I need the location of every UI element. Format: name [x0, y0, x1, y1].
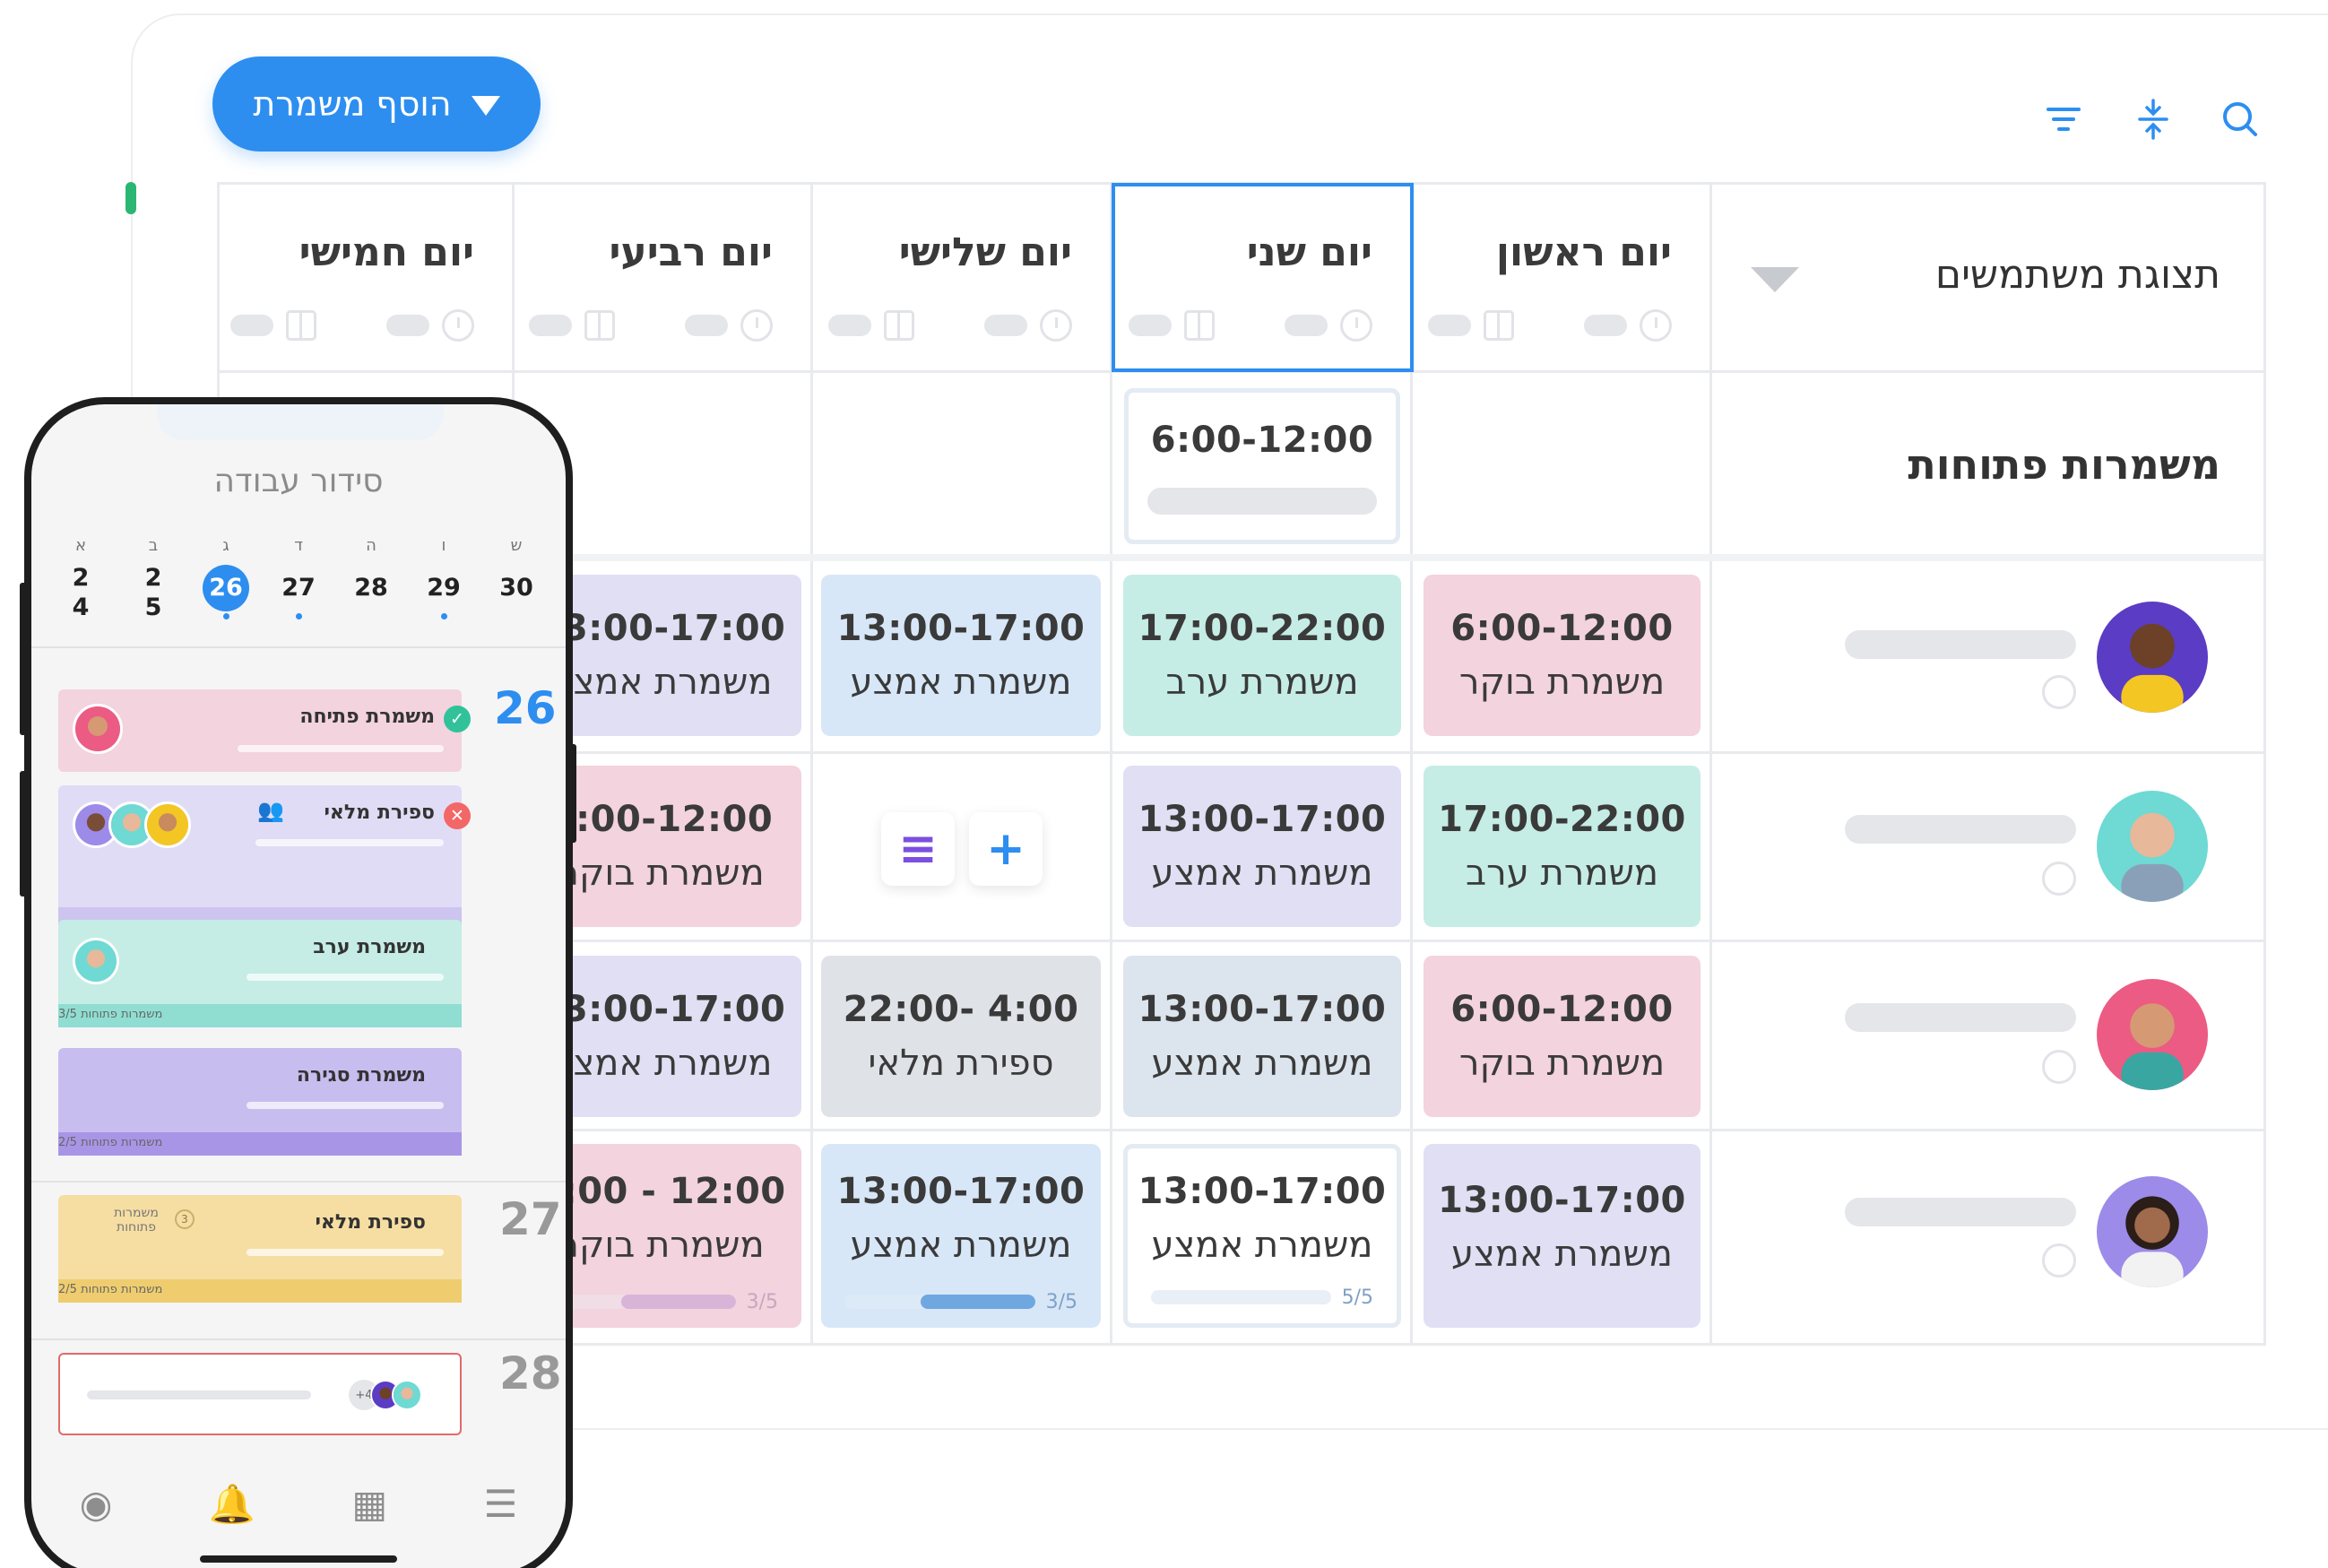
clock-icon [2042, 1243, 2076, 1278]
shift-card[interactable]: 13:00-17:00 משמרת אמצע [821, 575, 1101, 736]
bell-icon[interactable]: 🔔 [209, 1482, 255, 1527]
group-icon: 👥 [257, 798, 284, 823]
clock-icon [1640, 309, 1672, 342]
shift-card[interactable]: משמרת ערב 3/5 משמרות פתוחות [58, 920, 462, 1027]
search-icon[interactable] [2218, 97, 2263, 142]
day-header-tuesday[interactable]: יום שלישי [810, 185, 1110, 370]
clock-icon [740, 309, 773, 342]
collapse-icon[interactable] [2131, 97, 2176, 142]
open-shifts-label: משמרות פתוחות [1908, 440, 2220, 489]
open-shifts-badge: משמרות פתוחות [114, 1206, 159, 1234]
date-label: 27 [499, 1193, 562, 1245]
avatar [73, 938, 119, 984]
clock-icon [2042, 675, 2076, 709]
open-shifts-count: 3 [175, 1209, 195, 1229]
placeholder-bar [1147, 488, 1377, 515]
day-header-sunday[interactable]: יום ראשון [1410, 185, 1709, 370]
avatar[interactable] [2097, 791, 2208, 902]
layout-icon [286, 310, 316, 341]
shift-card[interactable]: 22:00- 4:00 ספירת מלאי [821, 956, 1101, 1117]
shift-card[interactable]: 6:00-12:00 משמרת בוקר [1424, 956, 1701, 1117]
shift-card[interactable]: 13:00-17:00 משמרת אמצע [1123, 956, 1401, 1117]
open-shift-card[interactable]: 6:00-12:00 [1124, 388, 1400, 544]
avatar[interactable] [2097, 1176, 2208, 1287]
user-name-placeholder [1845, 815, 2076, 844]
week-day-selected[interactable]: ג 26 [193, 536, 259, 621]
phone-notch [157, 404, 444, 440]
add-shift-cell-button[interactable]: + [969, 812, 1043, 886]
shift-card[interactable]: 17:00-22:00 משמרת ערב [1123, 575, 1401, 736]
week-day[interactable]: ש 30 [483, 536, 550, 621]
filter-icon[interactable] [2041, 97, 2086, 142]
phone-mockup: סידור עבודה ש 30 ו 29 ה 28 ד 27 ג 26 ב25 א24 … [24, 397, 573, 1568]
phone-side-button [20, 583, 27, 735]
dropdown-triangle-icon [471, 96, 500, 116]
accent-dot [125, 182, 136, 214]
shift-card[interactable]: ספירת מלאי 👥 [58, 785, 462, 931]
day-header-thursday[interactable]: יום חמישי [220, 185, 512, 370]
date-label: 26 [494, 682, 557, 734]
profile-icon[interactable]: ◉ [80, 1482, 113, 1526]
clock-icon [1040, 309, 1072, 342]
shift-list-button[interactable]: ≡ [881, 812, 955, 886]
week-strip: ש 30 ו 29 ה 28 ד 27 ג 26 ב25 א24 [48, 536, 550, 621]
shift-card[interactable]: משמרת פתיחה [58, 689, 462, 772]
week-day[interactable]: ו 29 [411, 536, 477, 621]
clock-icon [442, 309, 474, 342]
staffing-progress: 5/5 [1151, 1286, 1373, 1309]
shift-card[interactable]: 13:00-17:00 משמרת אמצע 5/5 [1123, 1144, 1401, 1328]
shift-card[interactable]: 13:00-17:00 משמרת אמצע 3/5 [821, 1144, 1101, 1328]
avatar [392, 1380, 422, 1410]
avatar[interactable] [2097, 979, 2208, 1090]
selected-day-highlight [1112, 183, 1414, 372]
clock-icon [2042, 1050, 2076, 1084]
add-shift-button[interactable]: הוסף משמרת [212, 56, 541, 152]
avatar[interactable] [2097, 602, 2208, 713]
shift-card[interactable]: ספירת מלאי משמרות פתוחות 3 2/5 משמרות פת… [58, 1195, 462, 1303]
user-name-placeholder [1845, 1198, 2076, 1226]
bottom-nav: ◉ 🔔 ▦ ☰ [31, 1466, 566, 1568]
staffing-progress: 3/5 [844, 1291, 1077, 1313]
add-shift-label: הוסף משמרת [253, 84, 452, 124]
avatar [144, 801, 191, 848]
menu-icon[interactable]: ☰ [484, 1482, 518, 1526]
week-day[interactable]: ד 27 [265, 536, 332, 621]
approved-check-icon: ✓ [444, 706, 471, 732]
unassigned-shift-card[interactable]: +4 [58, 1353, 462, 1435]
shift-card[interactable]: משמרת סגירה 2/5 משמרות פתוחות [58, 1048, 462, 1156]
date-label: 28 [499, 1347, 562, 1399]
layout-icon [1484, 310, 1514, 341]
rejected-x-icon: ✕ [444, 802, 471, 829]
layout-icon [584, 310, 615, 341]
user-name-placeholder [1845, 1003, 2076, 1032]
staffing-progress: 3/5 [545, 1291, 778, 1313]
layout-icon [884, 310, 914, 341]
phone-side-button [569, 744, 576, 843]
clock-icon [2042, 862, 2076, 896]
week-day[interactable]: א24 [48, 536, 114, 621]
shift-card[interactable]: 6:00-12:00 משמרת בוקר [1424, 575, 1701, 736]
users-view-label: תצוגת משתמשים [1934, 252, 2220, 298]
shift-card[interactable]: 17:00-22:00 משמרת ערב [1424, 766, 1701, 927]
user-name-placeholder [1845, 630, 2076, 659]
avatar [73, 704, 123, 754]
week-day[interactable]: ב25 [120, 536, 186, 621]
week-day[interactable]: ה 28 [338, 536, 404, 621]
phone-side-button [20, 771, 27, 897]
home-indicator [200, 1555, 397, 1563]
shift-card[interactable]: 13:00-17:00 משמרת אמצע [1424, 1144, 1701, 1328]
day-header-wednesday[interactable]: יום רביעי [512, 185, 810, 370]
phone-title: סידור עבודה [213, 463, 384, 499]
grid-icon[interactable]: ▦ [352, 1482, 388, 1526]
users-view-dropdown-icon[interactable] [1751, 267, 1799, 292]
shift-card[interactable]: 13:00-17:00 משמרת אמצע [1123, 766, 1401, 927]
